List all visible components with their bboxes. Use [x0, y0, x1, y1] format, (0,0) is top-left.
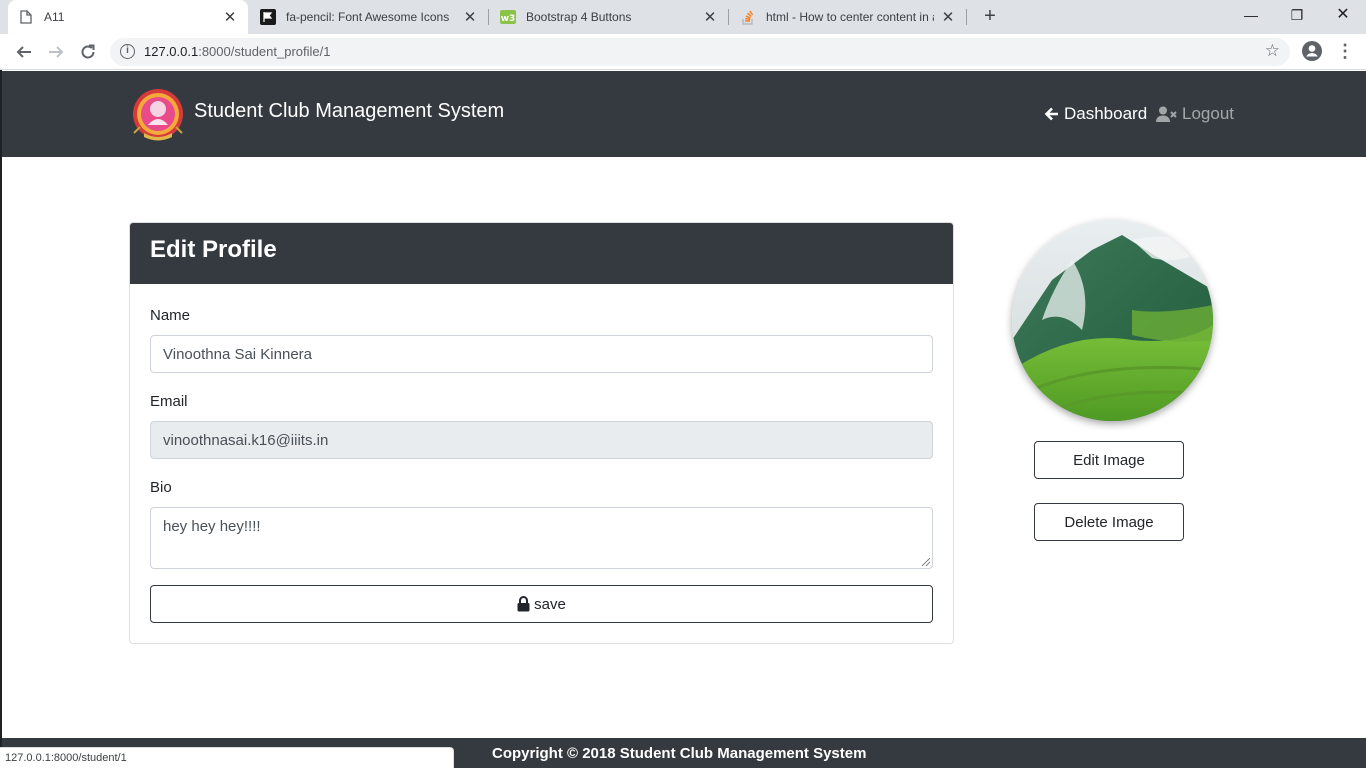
url-path: :8000/student_profile/1 [198, 44, 331, 59]
close-tab-icon[interactable]: ✕ [222, 8, 238, 26]
name-value: Vinoothna Sai Kinnera [163, 345, 313, 363]
url-host: 127.0.0.1 [144, 44, 199, 59]
footer-copyright: Copyright © 2018 Student Club Management… [492, 745, 867, 762]
email-field: vinoothnasai.k16@iiits.in [150, 421, 933, 459]
close-tab-icon[interactable]: ✕ [462, 8, 478, 26]
name-label: Name [150, 307, 191, 324]
browser-tab[interactable]: A11 ✕ [8, 0, 248, 34]
logout-link[interactable]: Logout [1156, 104, 1234, 124]
close-window-icon[interactable]: ✕ [1320, 0, 1366, 30]
tab-divider [728, 9, 729, 25]
bio-field[interactable]: hey hey hey!!!! [150, 507, 933, 569]
stackoverflow-icon [740, 9, 756, 25]
name-field[interactable]: Vinoothna Sai Kinnera [150, 335, 933, 373]
bio-label: Bio [150, 479, 172, 496]
dashboard-link[interactable]: Dashboard [1044, 104, 1147, 124]
back-icon[interactable] [12, 40, 36, 64]
browser-tab[interactable]: fa-pencil: Font Awesome Icons ✕ [250, 0, 488, 34]
page-icon [18, 9, 34, 25]
user-times-icon [1156, 106, 1177, 122]
brand-name[interactable]: Student Club Management System [194, 100, 504, 123]
save-button[interactable]: save [150, 585, 933, 623]
delete-image-button[interactable]: Delete Image [1034, 503, 1184, 541]
new-tab-icon[interactable]: + [978, 4, 1002, 28]
arrow-left-icon [1044, 107, 1059, 121]
browser-tab[interactable]: html - How to center content in a ✕ [730, 0, 966, 34]
svg-text:w3: w3 [501, 14, 516, 24]
flag-icon [260, 9, 276, 25]
more-menu-icon[interactable]: ⋮ [1336, 40, 1354, 62]
window-edge [0, 70, 2, 747]
tab-title: html - How to center content in a [766, 10, 934, 24]
email-label: Email [150, 393, 188, 410]
status-bar-url: 127.0.0.1:8000/student/1 [0, 747, 454, 768]
edit-image-label: Edit Image [1073, 451, 1145, 469]
restore-icon[interactable]: ❐ [1274, 0, 1320, 30]
close-tab-icon[interactable]: ✕ [702, 8, 718, 26]
minimize-icon[interactable]: — [1228, 0, 1274, 30]
save-label: save [534, 595, 566, 613]
logout-label: Logout [1182, 104, 1234, 123]
tab-divider [488, 9, 489, 25]
page-title: Edit Profile [150, 236, 277, 263]
card-header: Edit Profile [130, 223, 953, 284]
lock-icon [517, 596, 530, 612]
profile-image [1012, 220, 1213, 421]
delete-image-label: Delete Image [1064, 513, 1154, 531]
address-bar[interactable]: i 127.0.0.1:8000/student_profile/1 ☆ [110, 38, 1290, 66]
close-tab-icon[interactable]: ✕ [940, 8, 956, 26]
browser-toolbar: i 127.0.0.1:8000/student_profile/1 ☆ [0, 34, 1366, 70]
w3schools-icon: w3 [500, 9, 516, 25]
reload-icon[interactable] [76, 40, 100, 64]
tab-title: A11 [44, 10, 65, 24]
bio-value: hey hey hey!!!! [163, 518, 261, 535]
dashboard-label: Dashboard [1064, 104, 1148, 123]
bookmark-star-icon[interactable]: ☆ [1265, 41, 1280, 61]
edit-image-button[interactable]: Edit Image [1034, 441, 1184, 479]
tab-title: fa-pencil: Font Awesome Icons [286, 10, 450, 24]
tab-divider [966, 9, 967, 25]
browser-tab[interactable]: w3 Bootstrap 4 Buttons ✕ [490, 0, 728, 34]
account-icon[interactable] [1302, 41, 1322, 61]
edit-profile-card: Edit Profile Name Vinoothna Sai Kinnera … [129, 222, 954, 644]
address-url: 127.0.0.1:8000/student_profile/1 [144, 44, 331, 59]
browser-tabstrip: A11 ✕ fa-pencil: Font Awesome Icons ✕ w3… [0, 0, 1366, 34]
info-icon[interactable]: i [120, 44, 135, 59]
club-logo[interactable] [130, 87, 186, 143]
forward-icon[interactable] [44, 40, 68, 64]
resize-handle-icon[interactable] [922, 558, 930, 566]
email-value: vinoothnasai.k16@iiits.in [163, 431, 329, 449]
tab-title: Bootstrap 4 Buttons [526, 10, 632, 24]
